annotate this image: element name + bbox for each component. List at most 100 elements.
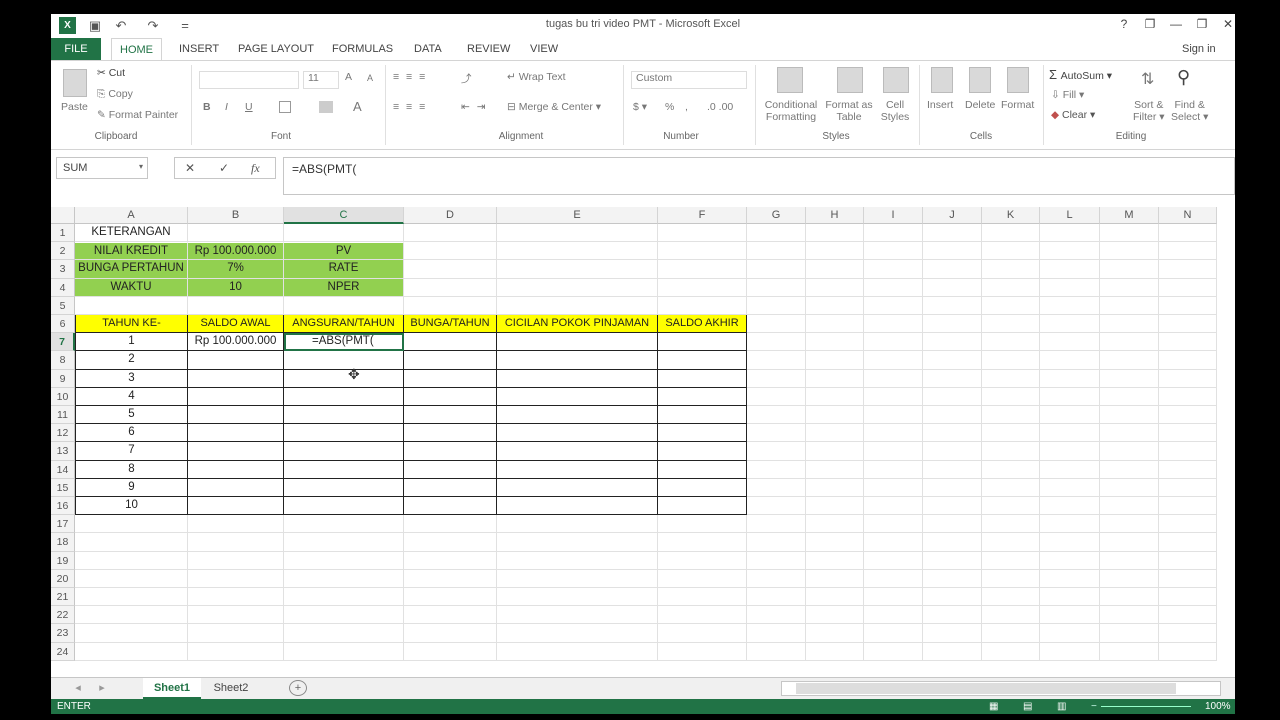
cell-j10[interactable] [923,387,982,406]
cell-b21[interactable] [188,588,284,607]
cell-g9[interactable] [747,369,806,388]
cell-h6[interactable] [806,315,864,334]
row-header-21[interactable]: 21 [51,588,75,607]
scroll-tabs-left-icon[interactable]: ◂ [71,678,85,699]
worksheet-grid[interactable]: A B C D E F G H I J K L M N 1 KETERANGAN 2 NILAI KREDIT Rp… [51,207,1235,677]
cell-l6[interactable] [1040,315,1100,334]
cell-b16[interactable] [188,497,284,516]
cell-f2[interactable] [658,242,747,261]
cell-g19[interactable] [747,551,806,570]
cell-d8[interactable] [404,351,497,370]
cell-l18[interactable] [1040,533,1100,552]
cell-i1[interactable] [864,224,923,243]
select-all-corner[interactable] [51,207,75,224]
cell-k11[interactable] [982,406,1040,425]
cell-a3[interactable]: BUNGA PERTAHUN [75,260,188,279]
cell-e22[interactable] [497,606,658,625]
cell-k24[interactable] [982,642,1040,661]
cell-i16[interactable] [864,497,923,516]
cell-l8[interactable] [1040,351,1100,370]
row-header-13[interactable]: 13 [51,442,75,461]
cell-e10[interactable] [497,387,658,406]
cell-j17[interactable] [923,515,982,534]
currency-icon[interactable]: $ ▾ [633,101,647,113]
cell-e5[interactable] [497,296,658,315]
cell-i15[interactable] [864,478,923,497]
name-box-dropdown-icon[interactable]: ▾ [139,162,143,171]
cell-i17[interactable] [864,515,923,534]
column-header-k[interactable]: K [982,207,1040,224]
cell-m16[interactable] [1100,497,1159,516]
cell-c14[interactable] [284,460,404,479]
row-header-5[interactable]: 5 [51,296,75,315]
cell-f13[interactable] [658,442,747,461]
cell-b6[interactable]: SALDO AWAL [188,315,284,334]
normal-view-icon[interactable]: ▦ [989,699,998,714]
cell-n17[interactable] [1159,515,1217,534]
cell-n4[interactable] [1159,278,1217,297]
scroll-tabs-right-icon[interactable]: ▸ [95,678,109,699]
cell-j15[interactable] [923,478,982,497]
cell-f16[interactable] [658,497,747,516]
cell-e19[interactable] [497,551,658,570]
cell-e24[interactable] [497,642,658,661]
cell-b5[interactable] [188,296,284,315]
cell-n24[interactable] [1159,642,1217,661]
cell-l19[interactable] [1040,551,1100,570]
comma-button[interactable]: , [685,101,688,113]
wrap-text-button[interactable]: ↵ Wrap Text [507,71,566,83]
align-left-icon[interactable]: ≡ ≡ ≡ [393,101,427,113]
cell-f18[interactable] [658,533,747,552]
cell-a11[interactable]: 5 [75,406,188,425]
cell-l24[interactable] [1040,642,1100,661]
cell-n8[interactable] [1159,351,1217,370]
cell-i14[interactable] [864,460,923,479]
cell-j9[interactable] [923,369,982,388]
cell-c2[interactable]: PV [284,242,404,261]
cell-f19[interactable] [658,551,747,570]
cell-m8[interactable] [1100,351,1159,370]
cell-n2[interactable] [1159,242,1217,261]
cell-b2[interactable]: Rp 100.000.000 [188,242,284,261]
page-layout-view-icon[interactable]: ▤ [1023,699,1032,714]
cell-j7[interactable] [923,333,982,352]
cell-c23[interactable] [284,624,404,643]
sheet-tab-sheet2[interactable]: Sheet2 [203,678,259,699]
cell-m4[interactable] [1100,278,1159,297]
tab-insert[interactable]: INSERT [179,38,219,60]
cell-k13[interactable] [982,442,1040,461]
cell-f5[interactable] [658,296,747,315]
cell-g5[interactable] [747,296,806,315]
column-header-j[interactable]: J [923,207,982,224]
help-button[interactable]: ? [1113,17,1135,31]
cell-g20[interactable] [747,569,806,588]
cell-h5[interactable] [806,296,864,315]
cell-l1[interactable] [1040,224,1100,243]
cell-m21[interactable] [1100,588,1159,607]
cell-a24[interactable] [75,642,188,661]
cell-k21[interactable] [982,588,1040,607]
copy-button[interactable]: ⎘ Copy [97,88,133,101]
cell-c9[interactable] [284,369,404,388]
cell-h17[interactable] [806,515,864,534]
cell-n3[interactable] [1159,260,1217,279]
cell-c3[interactable]: RATE [284,260,404,279]
row-header-12[interactable]: 12 [51,424,75,443]
find-select-button[interactable]: Find & Select ▾ [1171,99,1208,123]
row-header-22[interactable]: 22 [51,606,75,625]
cell-k4[interactable] [982,278,1040,297]
cell-d15[interactable] [404,478,497,497]
cell-f20[interactable] [658,569,747,588]
cell-n23[interactable] [1159,624,1217,643]
cell-a23[interactable] [75,624,188,643]
cell-c5[interactable] [284,296,404,315]
enter-icon[interactable]: ✓ [219,161,229,175]
cell-m17[interactable] [1100,515,1159,534]
cell-g7[interactable] [747,333,806,352]
zoom-level[interactable]: 100% [1205,699,1231,714]
cell-a6[interactable]: TAHUN KE- [75,315,188,334]
cell-m14[interactable] [1100,460,1159,479]
cell-k19[interactable] [982,551,1040,570]
cell-l14[interactable] [1040,460,1100,479]
fill-button[interactable]: ⇩ Fill ▾ [1051,89,1084,101]
